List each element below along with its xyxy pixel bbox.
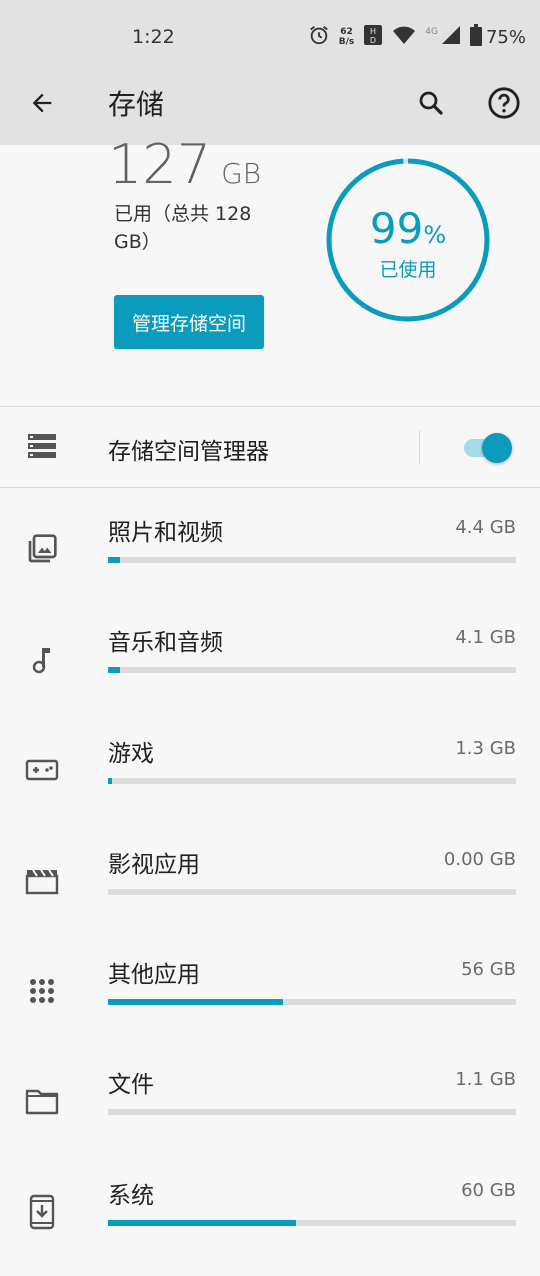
- usage-label: 已使用: [379, 259, 437, 281]
- category-progress-bar: [108, 557, 516, 563]
- storage-manager-row[interactable]: 存储空间管理器: [0, 408, 540, 488]
- apps-grid-icon: [24, 973, 60, 1009]
- app-bar: 存储: [0, 75, 540, 145]
- category-row-games[interactable]: 游戏 1.3 GB: [0, 724, 540, 834]
- used-value: 127: [108, 133, 212, 196]
- system-update-icon: [24, 1194, 60, 1230]
- category-size: 0.00 GB: [443, 849, 516, 870]
- network-speed: 62 B/s: [339, 27, 355, 47]
- category-label: 其他应用: [108, 962, 200, 988]
- usage-percent-value: 99: [369, 204, 424, 253]
- usage-percent: 99%: [325, 204, 491, 253]
- category-size: 60 GB: [461, 1180, 516, 1201]
- category-label: 影视应用: [108, 852, 200, 878]
- used-storage: 127 GB: [108, 133, 261, 196]
- category-progress-bar: [108, 889, 516, 895]
- category-progress-bar: [108, 999, 516, 1005]
- vertical-divider: [419, 430, 420, 464]
- search-icon: [419, 91, 443, 115]
- svg-text:D: D: [370, 36, 376, 45]
- toggle-knob: [482, 433, 512, 463]
- battery-percent: 75%: [485, 26, 526, 48]
- manage-storage-button[interactable]: 管理存储空间: [114, 295, 264, 349]
- category-progress-bar: [108, 1220, 516, 1226]
- battery-icon: [469, 24, 482, 50]
- help-icon: [488, 87, 520, 119]
- svg-text:H: H: [370, 27, 376, 36]
- category-row-music[interactable]: 音乐和音频 4.1 GB: [0, 613, 540, 723]
- category-progress-bar: [108, 1109, 516, 1115]
- category-label: 文件: [108, 1072, 154, 1098]
- storage-manager-label: 存储空间管理器: [108, 439, 269, 465]
- alarm-icon: [308, 24, 330, 50]
- category-progress-fill: [108, 999, 284, 1005]
- storage-manager-toggle[interactable]: [462, 430, 514, 464]
- net-speed-unit: B/s: [338, 37, 355, 47]
- category-row-photos[interactable]: 照片和视频 4.4 GB: [0, 503, 540, 613]
- category-progress-fill: [108, 557, 121, 563]
- page-title: 存储: [108, 88, 165, 121]
- category-label: 系统: [108, 1183, 154, 1209]
- category-progress-fill: [108, 667, 121, 673]
- status-bar: 1:22 62 B/s HD 4G 75%: [0, 0, 540, 75]
- category-row-movies[interactable]: 影视应用 0.00 GB: [0, 835, 540, 945]
- arrow-back-icon: [32, 93, 52, 113]
- category-row-other-apps[interactable]: 其他应用 56 GB: [0, 945, 540, 1055]
- status-time: 1:22: [132, 26, 175, 48]
- gamepad-icon: [24, 752, 60, 788]
- folder-icon: [24, 1083, 60, 1119]
- search-button[interactable]: [413, 85, 449, 121]
- music-note-icon: [24, 641, 60, 677]
- category-size: 4.1 GB: [455, 627, 516, 648]
- category-progress-bar: [108, 778, 516, 784]
- wifi-icon: [392, 25, 416, 49]
- movie-icon: [24, 863, 60, 899]
- category-progress-bar: [108, 667, 516, 673]
- divider: [0, 487, 540, 488]
- divider: [0, 406, 540, 407]
- category-size: 1.3 GB: [455, 738, 516, 759]
- category-size: 4.4 GB: [455, 517, 516, 538]
- back-button[interactable]: [24, 85, 60, 121]
- photos-icon: [24, 531, 60, 567]
- category-progress-fill: [108, 1220, 296, 1226]
- storage-list-icon: [26, 432, 58, 464]
- category-label: 游戏: [108, 741, 154, 767]
- help-button[interactable]: [486, 85, 522, 121]
- category-progress-fill: [108, 778, 113, 784]
- category-row-files[interactable]: 文件 1.1 GB: [0, 1055, 540, 1165]
- category-size: 56 GB: [461, 959, 516, 980]
- category-size: 1.1 GB: [455, 1069, 516, 1090]
- total-storage-text: 已用（总共 128 GB）: [114, 203, 252, 253]
- signal-icon: [441, 25, 461, 49]
- network-type: 4G: [425, 27, 438, 37]
- usage-percent-sign: %: [423, 221, 447, 249]
- net-speed-value: 62: [340, 27, 353, 37]
- category-label: 音乐和音频: [108, 630, 223, 656]
- used-unit: GB: [221, 157, 262, 190]
- status-icons: 62 B/s HD 4G 75%: [308, 22, 526, 52]
- category-label: 照片和视频: [108, 520, 223, 546]
- hd-icon: HD: [363, 24, 383, 50]
